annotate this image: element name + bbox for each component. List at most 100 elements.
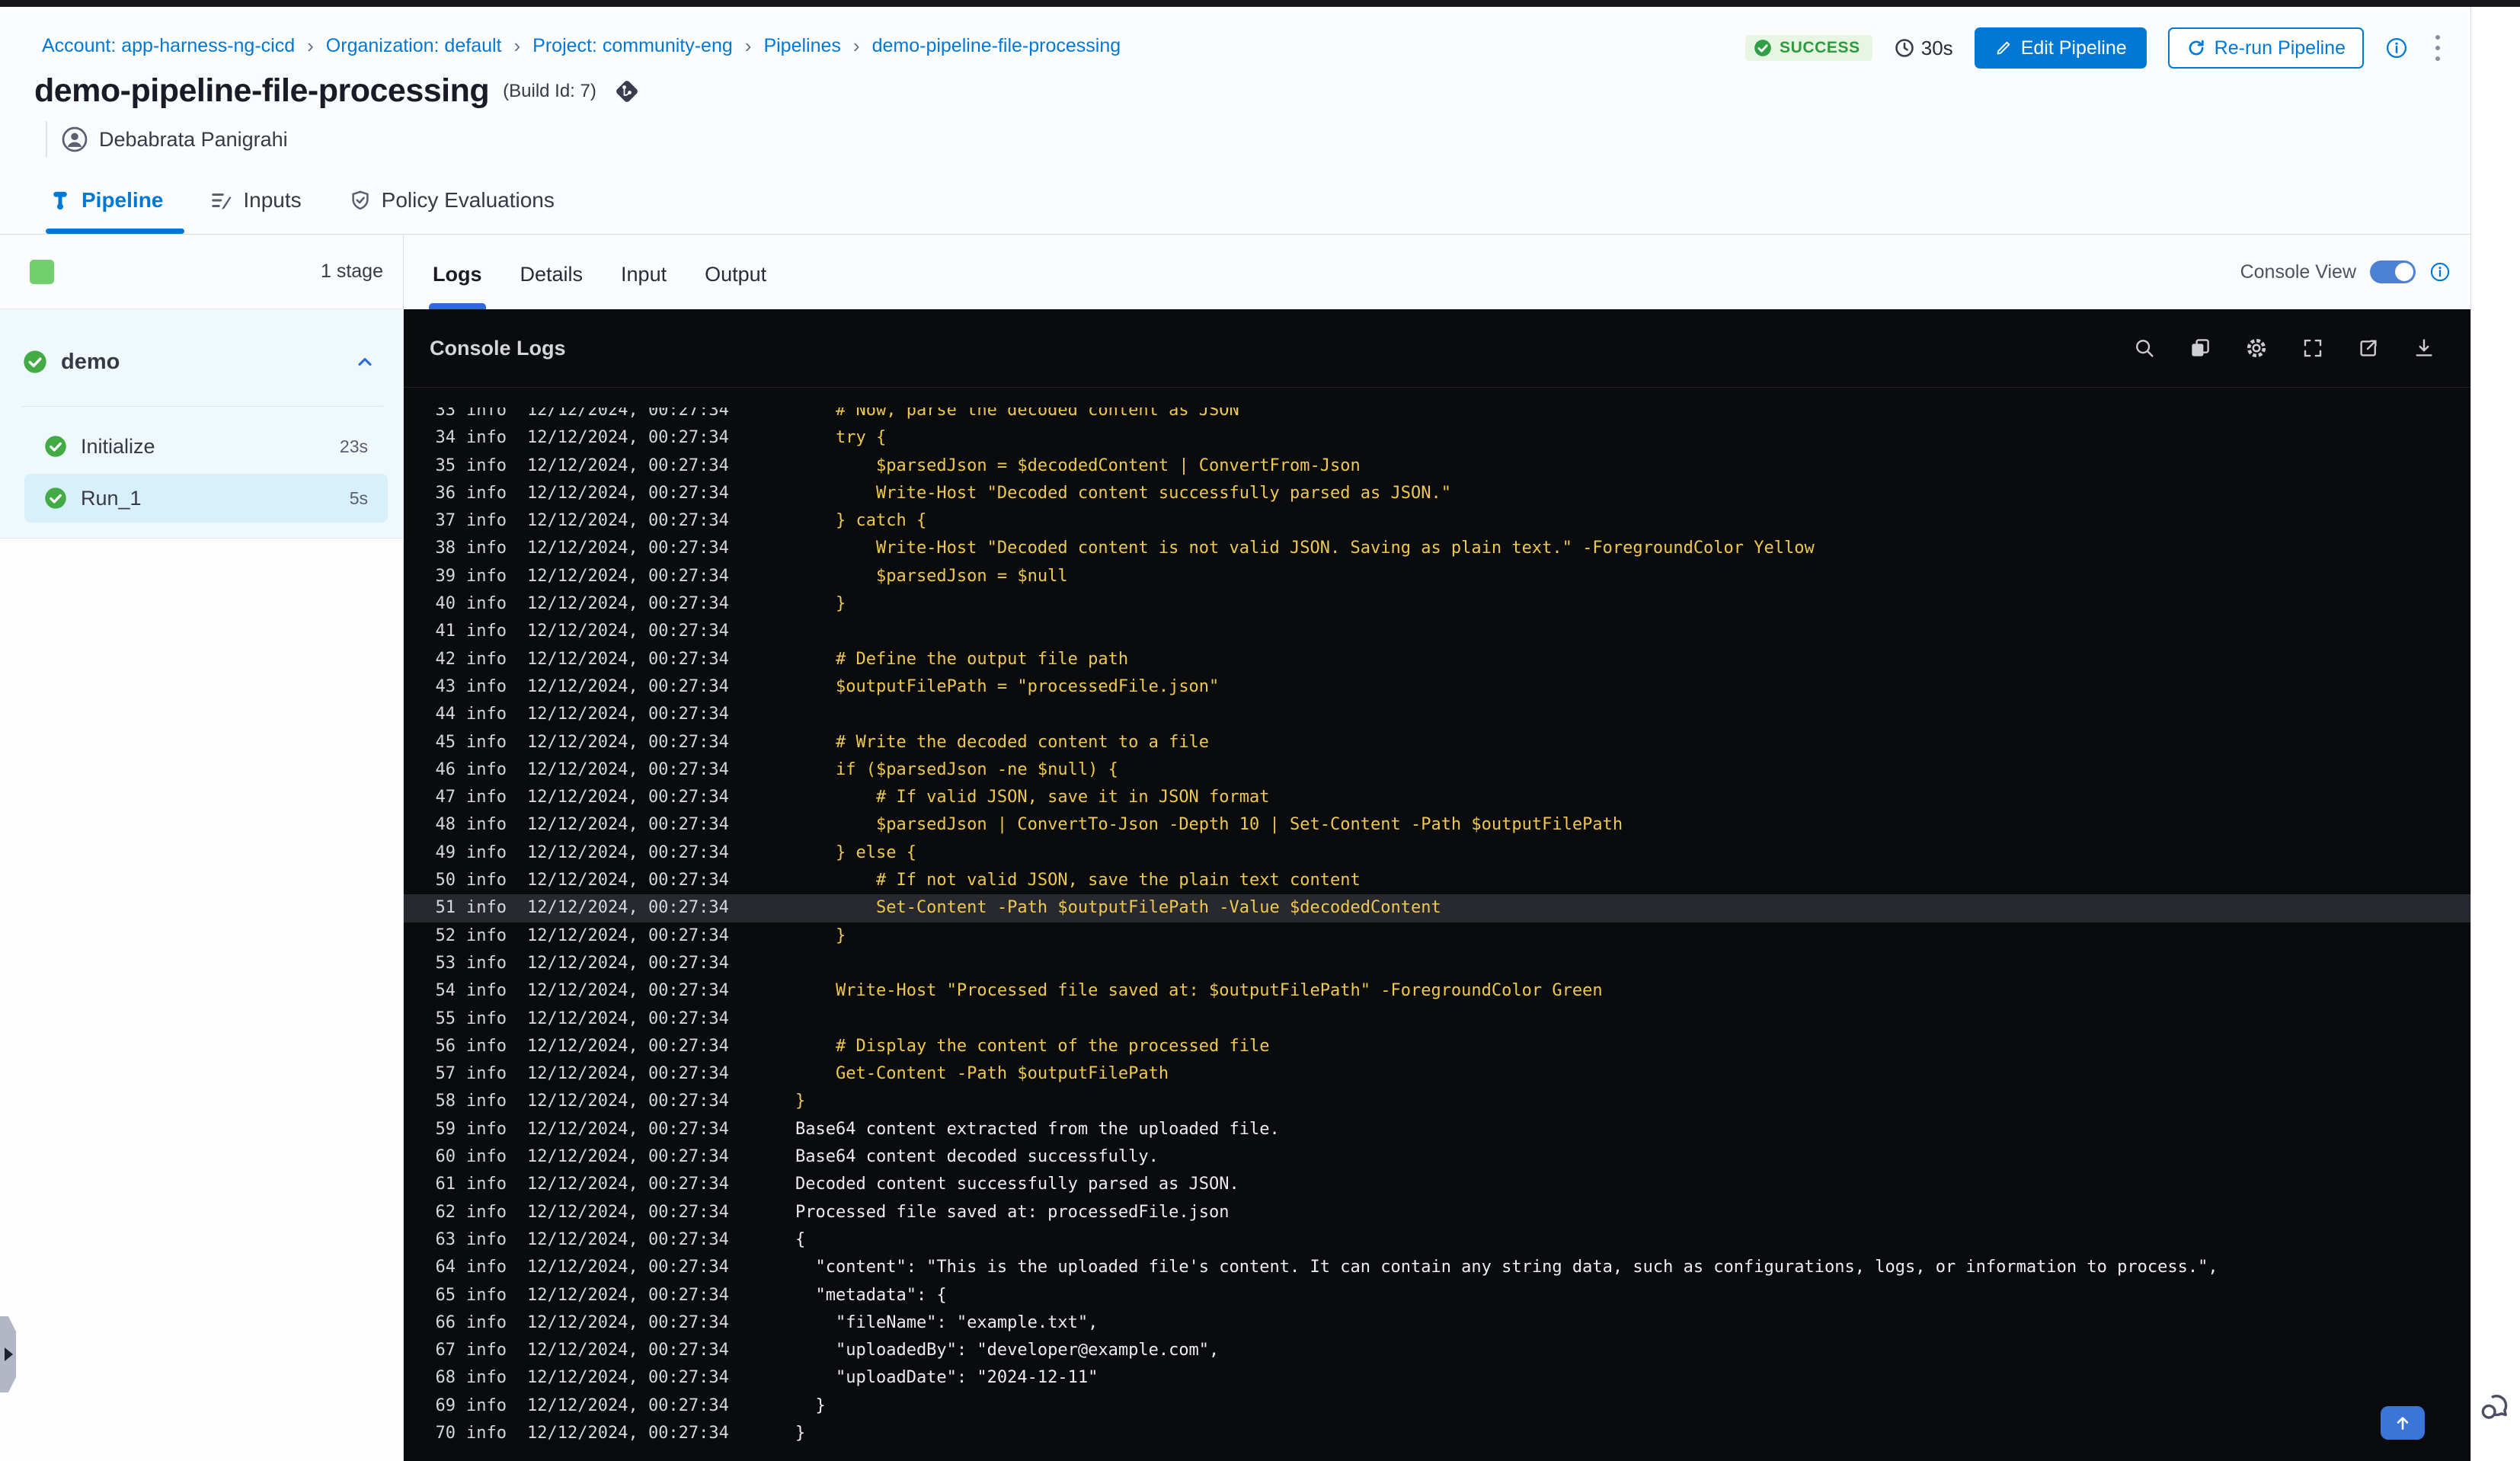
breadcrumb-current-pipeline[interactable]: demo-pipeline-file-processing [872, 35, 1121, 57]
log-line-number[interactable]: 46 [428, 756, 456, 784]
log-line-number[interactable]: 63 [428, 1226, 456, 1254]
log-line-number[interactable]: 53 [428, 950, 456, 977]
log-line[interactable]: 54 info 12/12/2024, 00:27:34 Write-Host "P… [404, 977, 2470, 1005]
tab-output[interactable]: Output [694, 263, 777, 309]
log-line-number[interactable]: 54 [428, 977, 456, 1005]
log-line-number[interactable]: 69 [428, 1392, 456, 1420]
log-line-number[interactable]: 66 [428, 1309, 456, 1337]
log-line[interactable]: 70 info 12/12/2024, 00:27:34} [404, 1420, 2470, 1447]
log-line[interactable]: 38 info 12/12/2024, 00:27:34 Write-Host "D… [404, 535, 2470, 562]
log-line[interactable]: 61 info 12/12/2024, 00:27:34 Decoded conten… [404, 1171, 2470, 1198]
breadcrumb-pipelines[interactable]: Pipelines [763, 35, 840, 57]
support-chat-icon[interactable] [2477, 1389, 2514, 1426]
log-line-number[interactable]: 50 [428, 867, 456, 894]
log-line[interactable]: 56 info 12/12/2024, 00:27:34 # Display the… [404, 1033, 2470, 1060]
log-line[interactable]: 67 info 12/12/2024, 00:27:34 "uploadedBy":… [404, 1337, 2470, 1364]
fullscreen-icon[interactable] [2301, 337, 2324, 360]
log-line[interactable]: 36 info 12/12/2024, 00:27:34 Write-Host "D… [404, 480, 2470, 507]
log-line-number[interactable]: 51 [428, 894, 456, 922]
chevron-up-icon[interactable] [354, 351, 376, 372]
log-line[interactable]: 33 info 12/12/2024, 00:27:34 # Now, parse … [404, 408, 2470, 424]
tab-inputs[interactable]: Inputs [209, 176, 302, 234]
open-in-new-icon[interactable] [2357, 337, 2380, 360]
log-line-number[interactable]: 67 [428, 1337, 456, 1364]
log-line-number[interactable]: 57 [428, 1060, 456, 1088]
log-line[interactable]: 65 info 12/12/2024, 00:27:34 "metadata": { [404, 1282, 2470, 1309]
log-line[interactable]: 40 info 12/12/2024, 00:27:34 } [404, 590, 2470, 618]
log-line-number[interactable]: 64 [428, 1254, 456, 1281]
info-icon[interactable] [2385, 37, 2408, 59]
log-line-number[interactable]: 58 [428, 1088, 456, 1115]
tab-input[interactable]: Input [610, 263, 677, 309]
step-row[interactable]: Initialize 23s [24, 427, 388, 466]
log-line-number[interactable]: 39 [428, 563, 456, 590]
log-line-number[interactable]: 48 [428, 811, 456, 839]
log-line-number[interactable]: 55 [428, 1005, 456, 1033]
log-line[interactable]: 34 info 12/12/2024, 00:27:34 try { [404, 424, 2470, 452]
scroll-to-top-button[interactable] [2381, 1406, 2425, 1440]
log-line-number[interactable]: 33 [428, 408, 456, 424]
log-line[interactable]: 42 info 12/12/2024, 00:27:34 # Define the … [404, 646, 2470, 673]
edit-pipeline-button[interactable]: Edit Pipeline [1974, 27, 2147, 69]
log-line[interactable]: 52 info 12/12/2024, 00:27:34 } [404, 922, 2470, 950]
log-line[interactable]: 66 info 12/12/2024, 00:27:34 "fileName": "… [404, 1309, 2470, 1337]
log-line[interactable]: 62 info 12/12/2024, 00:27:34 Processed file… [404, 1199, 2470, 1226]
log-line-number[interactable]: 38 [428, 535, 456, 562]
log-line-number[interactable]: 41 [428, 618, 456, 645]
log-line[interactable]: 44 info 12/12/2024, 00:27:34 [404, 701, 2470, 728]
log-line[interactable]: 35 info 12/12/2024, 00:27:34 $parsedJson =… [404, 452, 2470, 480]
step-row[interactable]: Run_1 5s [24, 474, 388, 523]
log-line[interactable]: 64 info 12/12/2024, 00:27:34 "content": "T… [404, 1254, 2470, 1281]
log-line-number[interactable]: 49 [428, 839, 456, 867]
log-line-number[interactable]: 70 [428, 1420, 456, 1447]
log-line[interactable]: 57 info 12/12/2024, 00:27:34 Get-Content -… [404, 1060, 2470, 1088]
tab-pipeline[interactable]: Pipeline [45, 176, 185, 234]
log-line-number[interactable]: 40 [428, 590, 456, 618]
log-line-number[interactable]: 56 [428, 1033, 456, 1060]
log-line-number[interactable]: 61 [428, 1171, 456, 1198]
stage-row-demo[interactable]: demo [0, 338, 403, 385]
log-line[interactable]: 39 info 12/12/2024, 00:27:34 $parsedJson =… [404, 563, 2470, 590]
log-line[interactable]: 41 info 12/12/2024, 00:27:34 [404, 618, 2470, 645]
log-line[interactable]: 60 info 12/12/2024, 00:27:34 Base64 content… [404, 1143, 2470, 1171]
settings-gear-icon[interactable] [2244, 336, 2269, 360]
more-options-menu[interactable] [2429, 32, 2446, 64]
log-line[interactable]: 69 info 12/12/2024, 00:27:34 } [404, 1392, 2470, 1420]
tab-logs[interactable]: Logs [422, 263, 493, 309]
log-line-number[interactable]: 34 [428, 424, 456, 452]
log-line[interactable]: 43 info 12/12/2024, 00:27:34 $outputFilePa… [404, 673, 2470, 701]
log-line[interactable]: 58 info 12/12/2024, 00:27:34} [404, 1088, 2470, 1115]
breadcrumb-account[interactable]: Account: app-harness-ng-cicd [42, 35, 295, 57]
log-line[interactable]: 55 info 12/12/2024, 00:27:34 [404, 1005, 2470, 1033]
log-line[interactable]: 53 info 12/12/2024, 00:27:34 [404, 950, 2470, 977]
log-line[interactable]: 51 info 12/12/2024, 00:27:34 Set-Content -… [404, 894, 2470, 922]
log-line[interactable]: 46 info 12/12/2024, 00:27:34 if ($parsedJs… [404, 756, 2470, 784]
log-line[interactable]: 63 info 12/12/2024, 00:27:34 { [404, 1226, 2470, 1254]
tab-details[interactable]: Details [510, 263, 594, 309]
log-line[interactable]: 49 info 12/12/2024, 00:27:34 } else { [404, 839, 2470, 867]
log-line[interactable]: 59 info 12/12/2024, 00:27:34 Base64 content… [404, 1116, 2470, 1143]
log-line-number[interactable]: 60 [428, 1143, 456, 1171]
log-line[interactable]: 68 info 12/12/2024, 00:27:34 "uploadDate":… [404, 1364, 2470, 1392]
log-line-number[interactable]: 42 [428, 646, 456, 673]
download-icon[interactable] [2413, 337, 2435, 360]
log-line[interactable]: 48 info 12/12/2024, 00:27:34 $parsedJson |… [404, 811, 2470, 839]
log-line-number[interactable]: 47 [428, 784, 456, 811]
log-viewport[interactable]: 33 info 12/12/2024, 00:27:34 # Now, parse … [404, 408, 2470, 1461]
log-line[interactable]: 37 info 12/12/2024, 00:27:34 } catch { [404, 507, 2470, 535]
tab-policy-evaluations[interactable]: Policy Evaluations [347, 176, 556, 234]
log-line[interactable]: 45 info 12/12/2024, 00:27:34 # Write the d… [404, 729, 2470, 756]
log-line-number[interactable]: 43 [428, 673, 456, 701]
copy-icon[interactable] [2189, 337, 2211, 360]
info-icon[interactable] [2429, 261, 2451, 283]
log-line-number[interactable]: 36 [428, 480, 456, 507]
log-line[interactable]: 47 info 12/12/2024, 00:27:34 # If valid JS… [404, 784, 2470, 811]
log-line-number[interactable]: 44 [428, 701, 456, 728]
log-line-number[interactable]: 59 [428, 1116, 456, 1143]
console-view-toggle[interactable] [2370, 261, 2416, 283]
log-line-number[interactable]: 52 [428, 922, 456, 950]
search-icon[interactable] [2133, 337, 2156, 360]
breadcrumb-organization[interactable]: Organization: default [326, 35, 502, 57]
log-line-number[interactable]: 68 [428, 1364, 456, 1392]
log-line-number[interactable]: 62 [428, 1199, 456, 1226]
